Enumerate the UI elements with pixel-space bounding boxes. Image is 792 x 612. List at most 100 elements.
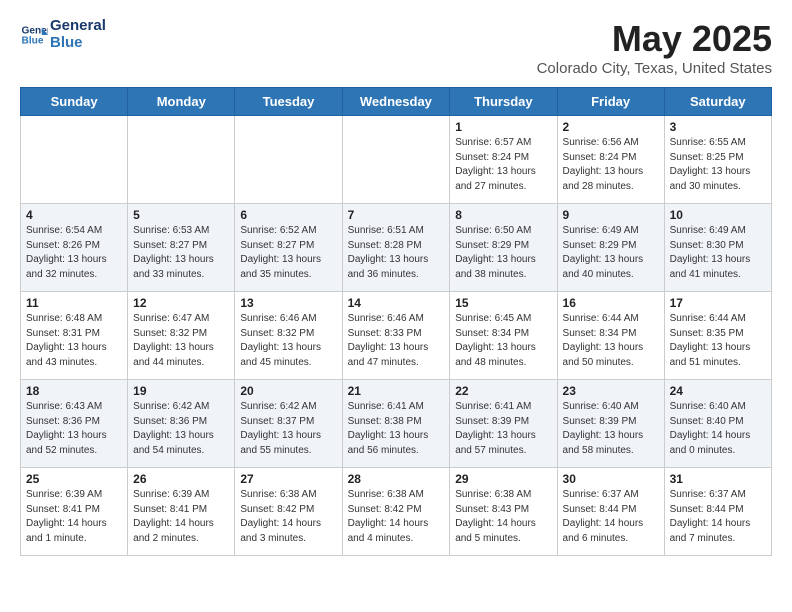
calendar-cell: 8 Sunrise: 6:50 AM Sunset: 8:29 PM Daylig…: [450, 204, 557, 292]
day-number: 2: [563, 120, 659, 134]
day-number: 30: [563, 472, 659, 486]
calendar-cell: 29 Sunrise: 6:38 AM Sunset: 8:43 PM Dayli…: [450, 468, 557, 556]
calendar-cell: 14 Sunrise: 6:46 AM Sunset: 8:33 PM Dayli…: [342, 292, 450, 380]
day-info: Sunrise: 6:41 AM Sunset: 8:38 PM Dayligh…: [348, 400, 445, 458]
calendar-cell: 16Sunrise: 6:44 AM Sunset: 8:34 PM Dayli…: [557, 292, 664, 380]
col-sunday: Sunday: [21, 88, 128, 116]
day-number: 11: [26, 296, 122, 310]
calendar-cell: 21 Sunrise: 6:41 AM Sunset: 8:38 PM Dayli…: [342, 380, 450, 468]
calendar-cell: 4 Sunrise: 6:54 AM Sunset: 8:26 PM Daylig…: [21, 204, 128, 292]
day-number: 18: [26, 384, 122, 398]
page: General Blue General Blue May 2025 Color…: [0, 0, 792, 574]
day-number: 26: [133, 472, 229, 486]
calendar-cell: 15Sunrise: 6:45 AM Sunset: 8:34 PM Dayli…: [450, 292, 557, 380]
header: General Blue General Blue May 2025 Color…: [20, 18, 772, 77]
day-info: Sunrise: 6:56 AM Sunset: 8:24 PM Dayligh…: [563, 136, 659, 194]
day-number: 27: [240, 472, 336, 486]
day-number: 25: [26, 472, 122, 486]
day-number: 14: [348, 296, 445, 310]
calendar-cell: [342, 116, 450, 204]
calendar-cell: 9Sunrise: 6:49 AM Sunset: 8:29 PM Daylig…: [557, 204, 664, 292]
calendar-week-4: 18 Sunrise: 6:43 AM Sunset: 8:36 PM Dayli…: [21, 380, 772, 468]
day-info: Sunrise: 6:46 AM Sunset: 8:33 PM Dayligh…: [348, 312, 445, 370]
calendar-cell: 10Sunrise: 6:49 AM Sunset: 8:30 PM Dayli…: [664, 204, 771, 292]
day-info: Sunrise: 6:39 AM Sunset: 8:41 PM Dayligh…: [26, 488, 122, 546]
day-info: Sunrise: 6:52 AM Sunset: 8:27 PM Dayligh…: [240, 224, 336, 282]
day-number: 1: [455, 120, 551, 134]
day-number: 22: [455, 384, 551, 398]
calendar-cell: 24 Sunrise: 6:40 AM Sunset: 8:40 PM Dayli…: [664, 380, 771, 468]
day-number: 23: [563, 384, 659, 398]
calendar-cell: 25 Sunrise: 6:39 AM Sunset: 8:41 PM Dayli…: [21, 468, 128, 556]
calendar-cell: 3 Sunrise: 6:55 AM Sunset: 8:25 PM Daylig…: [664, 116, 771, 204]
col-saturday: Saturday: [664, 88, 771, 116]
day-info: Sunrise: 6:48 AM Sunset: 8:31 PM Dayligh…: [26, 312, 122, 370]
calendar-cell: [21, 116, 128, 204]
calendar-cell: 18 Sunrise: 6:43 AM Sunset: 8:36 PM Dayli…: [21, 380, 128, 468]
day-info: Sunrise: 6:42 AM Sunset: 8:36 PM Dayligh…: [133, 400, 229, 458]
day-number: 28: [348, 472, 445, 486]
day-number: 10: [670, 208, 766, 222]
day-info: Sunrise: 6:38 AM Sunset: 8:43 PM Dayligh…: [455, 488, 551, 546]
calendar-cell: 31 Sunrise: 6:37 AM Sunset: 8:44 PM Dayli…: [664, 468, 771, 556]
day-number: 12: [133, 296, 229, 310]
day-info: Sunrise: 6:43 AM Sunset: 8:36 PM Dayligh…: [26, 400, 122, 458]
calendar-cell: 22Sunrise: 6:41 AM Sunset: 8:39 PM Dayli…: [450, 380, 557, 468]
calendar-cell: 30 Sunrise: 6:37 AM Sunset: 8:44 PM Dayli…: [557, 468, 664, 556]
col-thursday: Thursday: [450, 88, 557, 116]
calendar-cell: 19 Sunrise: 6:42 AM Sunset: 8:36 PM Dayli…: [128, 380, 235, 468]
day-number: 8: [455, 208, 551, 222]
calendar-cell: 27 Sunrise: 6:38 AM Sunset: 8:42 PM Dayli…: [235, 468, 342, 556]
day-info: Sunrise: 6:39 AM Sunset: 8:41 PM Dayligh…: [133, 488, 229, 546]
main-title: May 2025: [537, 18, 772, 60]
day-number: 6: [240, 208, 336, 222]
day-info: Sunrise: 6:55 AM Sunset: 8:25 PM Dayligh…: [670, 136, 766, 194]
day-number: 29: [455, 472, 551, 486]
subtitle: Colorado City, Texas, United States: [537, 60, 772, 77]
day-info: Sunrise: 6:49 AM Sunset: 8:29 PM Dayligh…: [563, 224, 659, 282]
day-info: Sunrise: 6:46 AM Sunset: 8:32 PM Dayligh…: [240, 312, 336, 370]
calendar-cell: 20Sunrise: 6:42 AM Sunset: 8:37 PM Dayli…: [235, 380, 342, 468]
day-number: 24: [670, 384, 766, 398]
day-number: 21: [348, 384, 445, 398]
logo-line1: General: [50, 18, 106, 35]
calendar-cell: 1 Sunrise: 6:57 AM Sunset: 8:24 PM Daylig…: [450, 116, 557, 204]
day-info: Sunrise: 6:40 AM Sunset: 8:40 PM Dayligh…: [670, 400, 766, 458]
day-info: Sunrise: 6:51 AM Sunset: 8:28 PM Dayligh…: [348, 224, 445, 282]
day-number: 15: [455, 296, 551, 310]
day-number: 31: [670, 472, 766, 486]
logo-icon: General Blue: [20, 21, 48, 49]
day-number: 17: [670, 296, 766, 310]
day-info: Sunrise: 6:42 AM Sunset: 8:37 PM Dayligh…: [240, 400, 336, 458]
svg-text:Blue: Blue: [22, 35, 44, 46]
day-number: 16: [563, 296, 659, 310]
day-info: Sunrise: 6:50 AM Sunset: 8:29 PM Dayligh…: [455, 224, 551, 282]
day-info: Sunrise: 6:47 AM Sunset: 8:32 PM Dayligh…: [133, 312, 229, 370]
col-wednesday: Wednesday: [342, 88, 450, 116]
calendar-cell: 7 Sunrise: 6:51 AM Sunset: 8:28 PM Daylig…: [342, 204, 450, 292]
day-info: Sunrise: 6:54 AM Sunset: 8:26 PM Dayligh…: [26, 224, 122, 282]
day-number: 4: [26, 208, 122, 222]
logo-line2: Blue: [50, 35, 106, 52]
day-info: Sunrise: 6:38 AM Sunset: 8:42 PM Dayligh…: [348, 488, 445, 546]
logo: General Blue General Blue: [20, 18, 106, 51]
day-info: Sunrise: 6:37 AM Sunset: 8:44 PM Dayligh…: [563, 488, 659, 546]
day-number: 7: [348, 208, 445, 222]
day-number: 3: [670, 120, 766, 134]
calendar-cell: 28 Sunrise: 6:38 AM Sunset: 8:42 PM Dayli…: [342, 468, 450, 556]
day-info: Sunrise: 6:57 AM Sunset: 8:24 PM Dayligh…: [455, 136, 551, 194]
calendar-week-2: 4 Sunrise: 6:54 AM Sunset: 8:26 PM Daylig…: [21, 204, 772, 292]
calendar-cell: 13Sunrise: 6:46 AM Sunset: 8:32 PM Dayli…: [235, 292, 342, 380]
calendar-cell: [235, 116, 342, 204]
day-info: Sunrise: 6:38 AM Sunset: 8:42 PM Dayligh…: [240, 488, 336, 546]
day-number: 5: [133, 208, 229, 222]
calendar-week-3: 11 Sunrise: 6:48 AM Sunset: 8:31 PM Dayli…: [21, 292, 772, 380]
calendar-cell: 11 Sunrise: 6:48 AM Sunset: 8:31 PM Dayli…: [21, 292, 128, 380]
day-number: 19: [133, 384, 229, 398]
col-friday: Friday: [557, 88, 664, 116]
calendar-cell: 17 Sunrise: 6:44 AM Sunset: 8:35 PM Dayli…: [664, 292, 771, 380]
calendar-week-5: 25 Sunrise: 6:39 AM Sunset: 8:41 PM Dayli…: [21, 468, 772, 556]
day-info: Sunrise: 6:37 AM Sunset: 8:44 PM Dayligh…: [670, 488, 766, 546]
day-info: Sunrise: 6:44 AM Sunset: 8:35 PM Dayligh…: [670, 312, 766, 370]
calendar-cell: 5Sunrise: 6:53 AM Sunset: 8:27 PM Daylig…: [128, 204, 235, 292]
